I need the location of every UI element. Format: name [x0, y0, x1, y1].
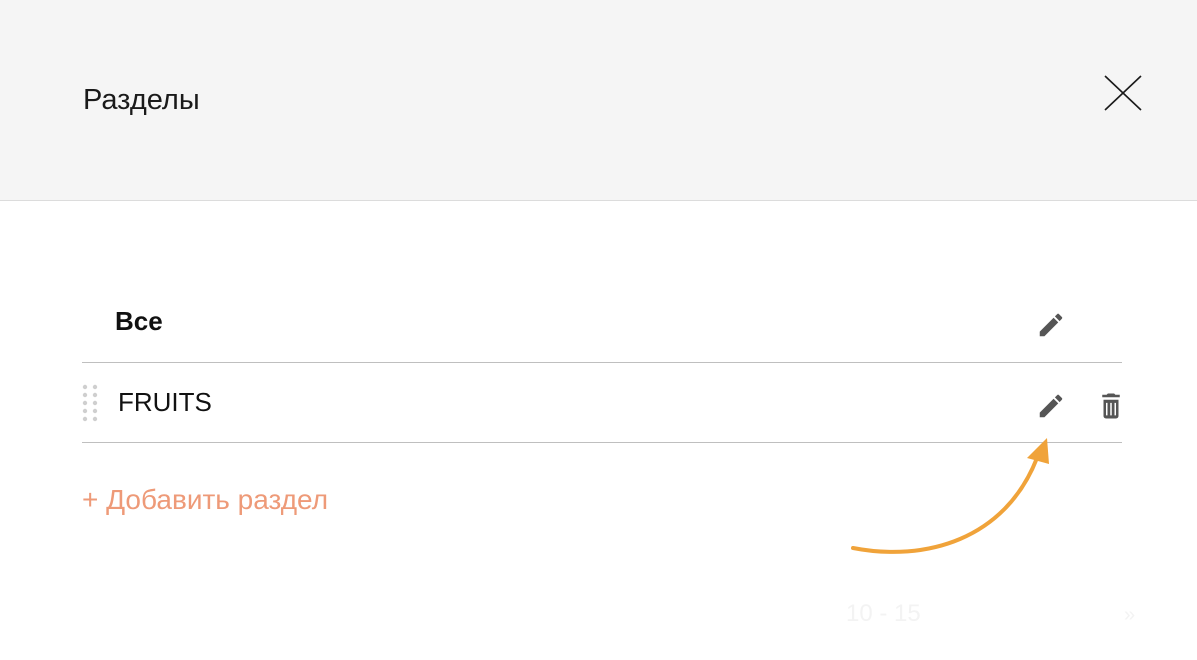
section-label-all: Все [115, 306, 163, 336]
close-button[interactable] [1098, 68, 1148, 118]
edit-section-fruits-button[interactable] [1036, 391, 1066, 421]
add-section-link[interactable]: + Добавить раздел [82, 480, 328, 520]
section-row-all: Все [82, 283, 1122, 363]
modal-title: Разделы [83, 84, 200, 116]
pencil-icon [1039, 394, 1063, 418]
drag-handle[interactable] [82, 384, 98, 424]
edit-section-all-button[interactable] [1036, 310, 1066, 340]
section-label-fruits: FRUITS [118, 387, 212, 417]
pencil-icon [1039, 313, 1063, 337]
trash-icon [1102, 393, 1120, 419]
annotation-arrow-icon [851, 438, 1049, 554]
background-range-text: 10 - 15 [846, 600, 921, 627]
modal-header: Разделы [0, 0, 1197, 201]
drag-dots-icon [82, 384, 98, 422]
section-row-fruits: FRUITS [82, 362, 1122, 443]
sections-modal: Разделы Все FRUITS + Добавить раздел 10 … [0, 0, 1197, 660]
delete-section-fruits-button[interactable] [1096, 391, 1126, 421]
background-chevron: » [1124, 604, 1136, 626]
close-x-icon [1104, 75, 1142, 111]
